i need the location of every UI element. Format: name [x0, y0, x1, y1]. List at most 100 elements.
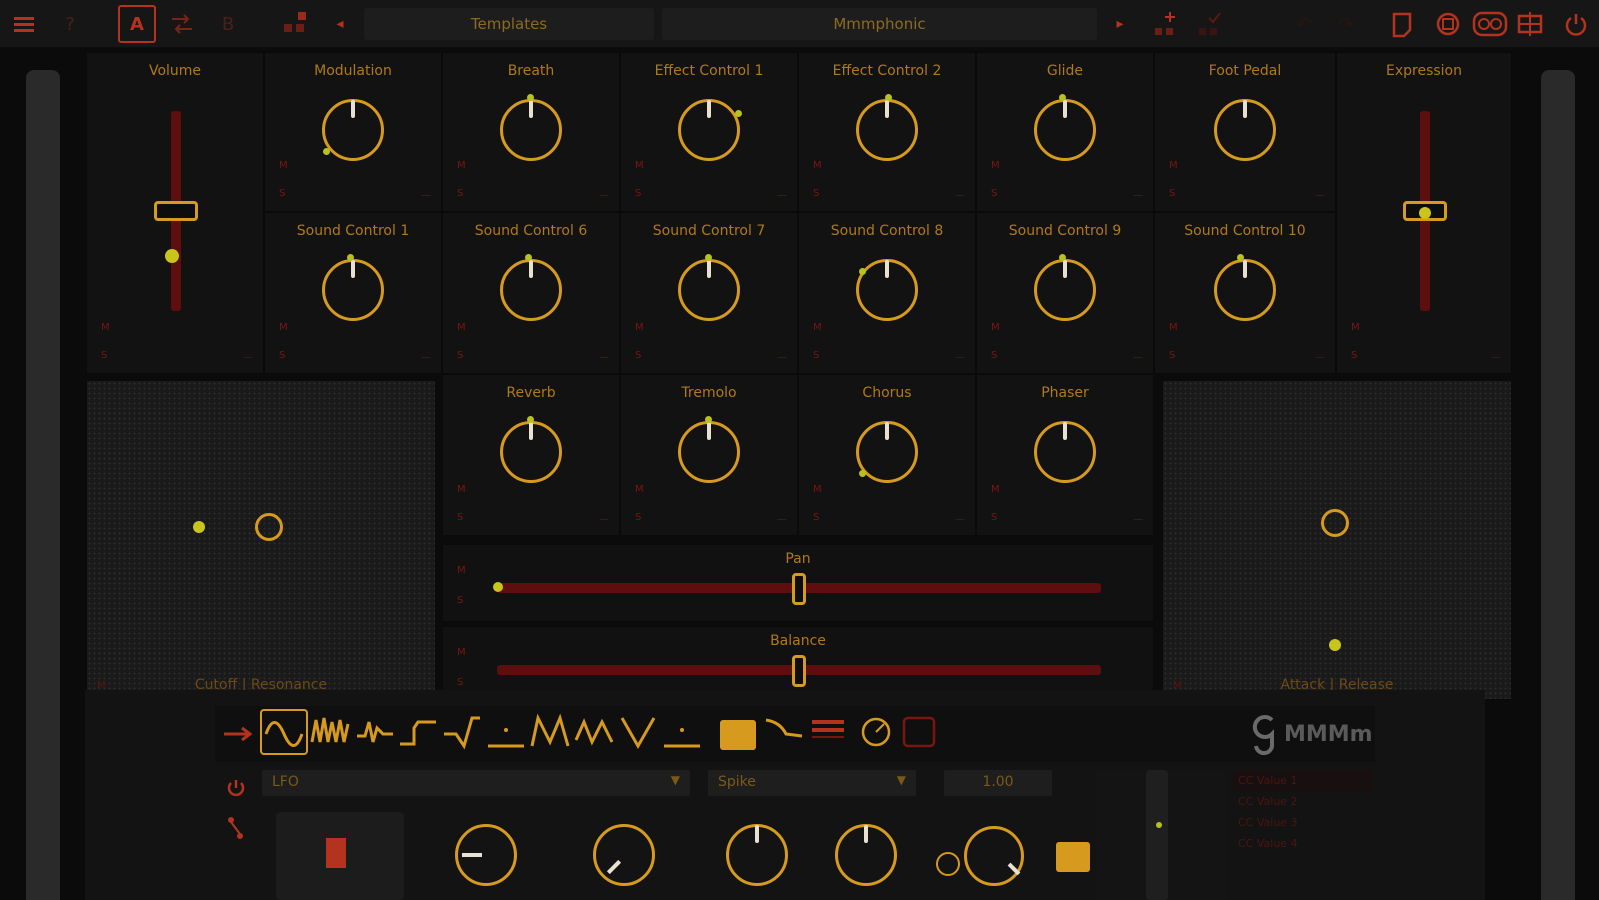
volume-thumb[interactable]	[154, 201, 198, 221]
triangle-wave-icon[interactable]	[574, 712, 614, 752]
effect-control-2-knob[interactable]	[856, 94, 918, 161]
knob-cell-sound-control-6: Sound Control 6 M S —	[442, 212, 620, 374]
prev-arrow-icon[interactable]: ◂	[326, 10, 354, 38]
lfo-knob-4[interactable]	[835, 824, 897, 886]
routing-icon[interactable]	[168, 10, 196, 38]
preset-name[interactable]: Mmmphonic	[662, 8, 1097, 40]
lfo-source-dropdown[interactable]: LFO ▼	[262, 770, 690, 796]
m-wave-icon[interactable]	[530, 712, 570, 752]
s-label: S	[635, 188, 642, 199]
cc-list-item[interactable]: CC Value 4	[1232, 833, 1372, 854]
pulse-wave-icon[interactable]	[355, 712, 395, 752]
top-toolbar: ? A B ◂ Templates Mmmphonic ▸ ↶ ↷	[0, 0, 1599, 48]
knob-cell-tremolo: Tremolo M S —	[620, 374, 798, 536]
cc-list-item[interactable]: CC Value 2	[1232, 791, 1372, 812]
lfo-phase-knob[interactable]	[593, 824, 655, 886]
m-label: M	[635, 484, 644, 495]
effect-control-1-knob[interactable]	[678, 99, 742, 161]
lfo-rate-knob[interactable]	[964, 826, 1024, 886]
reverb-knob[interactable]	[500, 416, 562, 483]
template-selector[interactable]: Templates	[364, 8, 654, 40]
sound-control-9-knob[interactable]	[1034, 254, 1096, 321]
lfo-mini-knob[interactable]	[936, 852, 960, 876]
m-label: M	[991, 484, 1000, 495]
cc-list-item[interactable]: CC Value 1	[1232, 770, 1372, 791]
noise-wave-icon[interactable]	[310, 712, 350, 752]
right-scrollbar[interactable]	[1541, 70, 1575, 900]
knob-label: Reverb	[506, 385, 556, 401]
xy-handle[interactable]	[255, 513, 283, 541]
balance-thumb[interactable]	[792, 655, 806, 687]
dash-label: —	[421, 352, 431, 363]
dash-label: —	[1315, 190, 1325, 201]
add-icon[interactable]	[1152, 10, 1180, 38]
xy-pad-cutoff-resonance[interactable]: M Cutoff | Resonance	[86, 380, 436, 700]
glide-knob[interactable]	[1034, 94, 1096, 161]
help-icon[interactable]: ?	[56, 10, 84, 38]
cc-list-item[interactable]: CC Value 3	[1232, 812, 1372, 833]
pan-thumb[interactable]	[792, 573, 806, 605]
check-icon[interactable]	[1196, 10, 1224, 38]
lfo-rate-field[interactable]: 1.00	[944, 770, 1052, 796]
dot-wave-icon[interactable]	[662, 712, 702, 752]
v-wave-icon[interactable]	[618, 712, 658, 752]
sound-control-6-knob[interactable]	[500, 254, 562, 321]
redo-icon[interactable]: ↷	[1332, 10, 1360, 38]
phaser-knob[interactable]	[1034, 421, 1096, 483]
device-icon-3[interactable]	[1472, 10, 1508, 38]
chorus-knob[interactable]	[856, 421, 918, 483]
next-arrow-icon[interactable]: ▸	[1106, 10, 1134, 38]
power-icon[interactable]	[226, 778, 246, 798]
curve-icon[interactable]	[764, 712, 804, 752]
route-icon[interactable]	[226, 816, 246, 840]
modulation-knob[interactable]	[322, 99, 384, 161]
knob-label: Sound Control 8	[830, 223, 944, 239]
circle-icon[interactable]	[856, 712, 896, 752]
xy-pad-attack-release[interactable]: M Attack | Release	[1162, 380, 1512, 700]
menu-icon[interactable]	[10, 10, 38, 38]
flat-wave-icon[interactable]	[486, 712, 526, 752]
sound-control-8-knob[interactable]	[856, 259, 918, 321]
rect-icon[interactable]	[900, 712, 940, 752]
knob-label: Modulation	[314, 63, 392, 79]
sine-wave-icon[interactable]	[260, 709, 308, 755]
knob-label: Foot Pedal	[1208, 63, 1282, 79]
knob-label: Sound Control 6	[474, 223, 588, 239]
m-label: M	[457, 160, 466, 171]
lfo-output-fader[interactable]	[1146, 770, 1168, 900]
s-label: S	[991, 350, 998, 361]
step-wave-icon[interactable]	[398, 712, 438, 752]
left-scrollbar[interactable]	[26, 70, 60, 900]
dash-label: —	[599, 514, 609, 525]
device-icon-1[interactable]	[1390, 10, 1418, 38]
grid-icon[interactable]	[282, 10, 310, 38]
foot-pedal-knob[interactable]	[1214, 99, 1276, 161]
lfo-knob-3[interactable]	[726, 824, 788, 886]
routing-icon[interactable]	[222, 722, 254, 746]
square-icon[interactable]	[720, 720, 756, 750]
xy-handle[interactable]	[1321, 509, 1349, 537]
sound-control-7-knob[interactable]	[678, 254, 740, 321]
sound-control-1-knob[interactable]	[322, 254, 384, 321]
undo-icon[interactable]: ↶	[1290, 10, 1318, 38]
power-icon[interactable]	[1562, 10, 1590, 38]
layer-b-icon[interactable]: B	[214, 10, 242, 38]
save-icon[interactable]	[1056, 842, 1090, 872]
xy-value-dot	[193, 521, 205, 533]
layer-a-icon[interactable]: A	[118, 5, 156, 43]
tremolo-knob[interactable]	[678, 416, 740, 483]
m-label: M	[635, 322, 644, 333]
device-icon-2[interactable]	[1434, 10, 1462, 38]
ramp-wave-icon[interactable]	[442, 712, 482, 752]
m-label: M	[457, 647, 466, 658]
m-label: M	[457, 565, 466, 576]
lfo-amount-knob[interactable]	[455, 824, 517, 886]
breath-knob[interactable]	[500, 94, 562, 161]
sound-control-10-knob[interactable]	[1214, 254, 1276, 321]
s-label: S	[279, 350, 286, 361]
dash-label: —	[777, 352, 787, 363]
m-label: M	[991, 322, 1000, 333]
lfo-shape-dropdown[interactable]: Spike ▼	[708, 770, 916, 796]
bars-icon[interactable]	[808, 712, 848, 752]
split-icon[interactable]	[1516, 10, 1544, 38]
